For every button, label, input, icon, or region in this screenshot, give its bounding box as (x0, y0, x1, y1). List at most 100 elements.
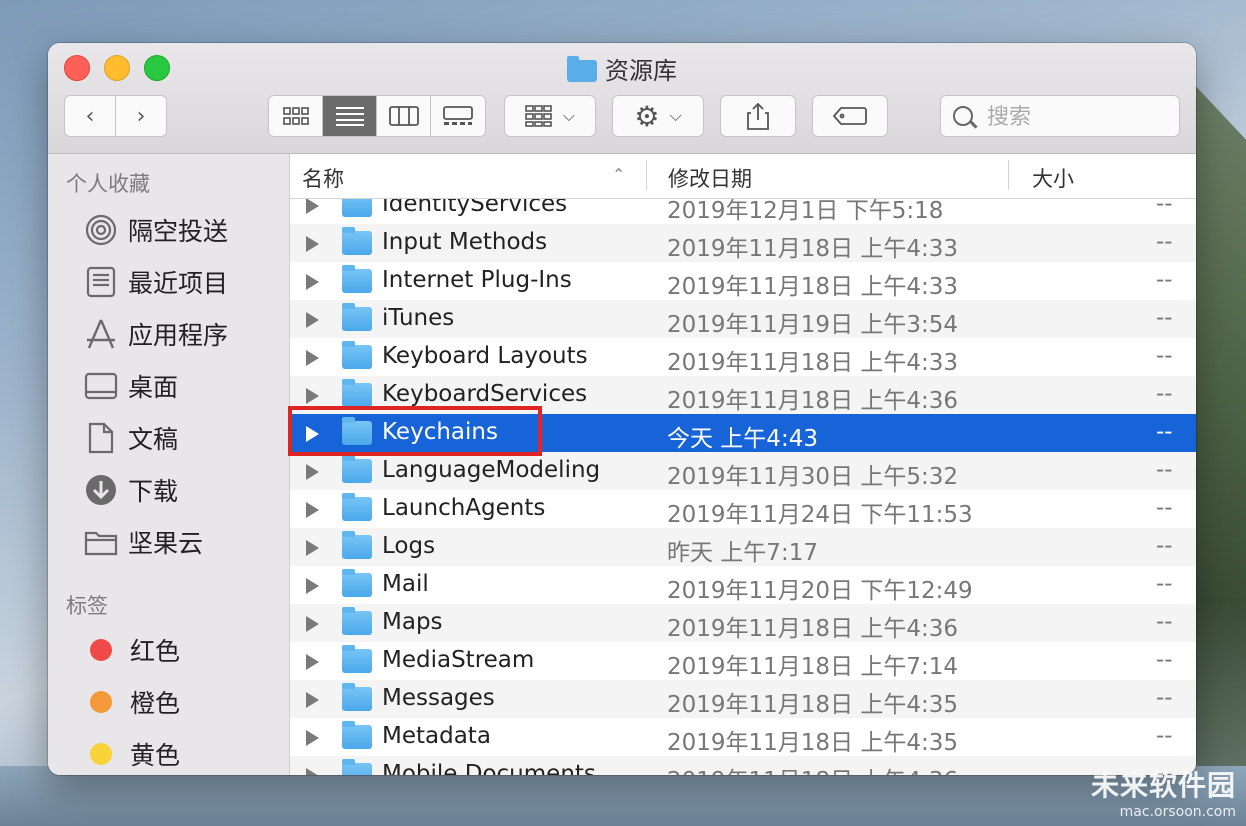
folder-icon (342, 531, 372, 559)
table-row[interactable]: LaunchAgents 2019年11月24日 下午11:53 -- (290, 490, 1196, 528)
disclosure-triangle-icon[interactable] (306, 654, 319, 670)
file-date: 2019年11月18日 上午4:36 (667, 616, 959, 642)
table-row[interactable]: Keyboard Layouts 2019年11月18日 上午4:33 -- (290, 338, 1196, 376)
table-row[interactable]: Logs 昨天 上午7:17 -- (290, 528, 1196, 566)
disclosure-triangle-icon[interactable] (306, 502, 319, 518)
file-size: -- (1156, 305, 1173, 331)
share-button[interactable] (720, 95, 796, 137)
file-size: -- (1156, 457, 1173, 483)
edit-tags-button[interactable] (812, 95, 888, 137)
file-size: -- (1156, 343, 1173, 369)
file-size: -- (1156, 609, 1173, 635)
search-input[interactable] (985, 102, 1169, 132)
sidebar-item-label: 下载 (128, 477, 179, 506)
file-date: 2019年11月24日 下午11:53 (667, 502, 973, 528)
sidebar-tag-orange[interactable]: 橙色 (84, 682, 180, 722)
table-row[interactable]: Input Methods 2019年11月18日 上午4:33 -- (290, 224, 1196, 262)
file-date: 今天 上午4:43 (667, 426, 818, 452)
sidebar-item-documents[interactable]: 文稿 (84, 418, 178, 458)
column-name-header[interactable]: 名称 (302, 163, 344, 193)
disclosure-triangle-icon[interactable] (306, 692, 319, 708)
disclosure-triangle-icon[interactable] (306, 312, 319, 328)
table-row[interactable]: LanguageModeling 2019年11月30日 上午5:32 -- (290, 452, 1196, 490)
sidebar-tag-red[interactable]: 红色 (84, 630, 180, 670)
file-date: 2019年11月19日 上午3:54 (667, 312, 959, 338)
disclosure-triangle-icon[interactable] (306, 350, 319, 366)
chevron-left-icon: ‹ (85, 103, 95, 129)
file-date: 2019年11月18日 上午4:35 (667, 692, 959, 718)
table-row[interactable]: MediaStream 2019年11月18日 上午7:14 -- (290, 642, 1196, 680)
file-name: Input Methods (382, 229, 548, 255)
back-button[interactable]: ‹ (64, 95, 116, 137)
folder-icon (342, 227, 372, 255)
columns-icon (388, 106, 419, 126)
folder-icon (342, 265, 372, 293)
sidebar-tag-yellow[interactable]: 黄色 (84, 734, 180, 774)
disclosure-triangle-icon[interactable] (306, 768, 319, 775)
file-list: 名称 ⌃ 修改日期 大小 IdentityServices 2019年12月1日 … (290, 154, 1196, 775)
file-name: Mobile Documents (382, 761, 596, 775)
file-date: 2019年11月20日 下午12:49 (667, 578, 973, 604)
column-divider[interactable] (1008, 160, 1009, 190)
finder-window: 资源库 ‹ › ⌵ ⚙ ⌵ 搜索 个人收藏 隔空投送 最近项目 应用程序 桌面 … (48, 43, 1196, 775)
disclosure-triangle-icon[interactable] (306, 578, 319, 594)
table-row[interactable]: Metadata 2019年11月18日 上午4:35 -- (290, 718, 1196, 756)
sidebar-item-recents[interactable]: 最近项目 (84, 262, 228, 302)
disclosure-triangle-icon[interactable] (306, 464, 319, 480)
table-row[interactable]: Internet Plug-Ins 2019年11月18日 上午4:33 -- (290, 262, 1196, 300)
disclosure-triangle-icon[interactable] (306, 198, 319, 214)
folder-icon (342, 493, 372, 521)
action-button[interactable]: ⚙ ⌵ (612, 95, 704, 137)
file-date: 昨天 上午7:17 (667, 540, 818, 566)
list-view-button[interactable] (323, 96, 377, 136)
search-field[interactable] (940, 95, 1180, 137)
disclosure-triangle-icon[interactable] (306, 540, 319, 556)
disclosure-triangle-icon[interactable] (306, 236, 319, 252)
file-date: 2019年11月18日 上午4:33 (667, 350, 959, 376)
table-row[interactable]: iTunes 2019年11月19日 上午3:54 -- (290, 300, 1196, 338)
file-name: Maps (382, 609, 443, 635)
sidebar-tag-label: 橙色 (130, 689, 181, 718)
table-row[interactable]: Messages 2019年11月18日 上午4:35 -- (290, 680, 1196, 718)
file-date: 2019年11月18日 上午4:36 (667, 761, 958, 775)
disclosure-triangle-icon[interactable] (306, 730, 319, 746)
tag-icon (833, 107, 867, 125)
recents-icon (84, 265, 118, 299)
column-size-header[interactable]: 大小 (1032, 163, 1074, 193)
folder-icon (342, 645, 372, 673)
sidebar-item-downloads[interactable]: 下载 (84, 470, 178, 510)
table-row[interactable]: Maps 2019年11月18日 上午4:36 -- (290, 604, 1196, 642)
group-by-button[interactable]: ⌵ (504, 95, 596, 137)
disclosure-triangle-icon[interactable] (306, 616, 319, 632)
disclosure-triangle-icon[interactable] (306, 274, 319, 290)
file-name: KeyboardServices (382, 381, 588, 407)
column-header: 名称 ⌃ 修改日期 大小 (290, 154, 1196, 199)
icon-view-button[interactable] (269, 96, 323, 136)
file-size: -- (1156, 647, 1173, 673)
sidebar-item-airdrop[interactable]: 隔空投送 (84, 210, 228, 250)
orange-tag-dot (90, 691, 112, 713)
titlebar: 资源库 ‹ › ⌵ ⚙ ⌵ (48, 43, 1196, 154)
gallery-view-button[interactable] (431, 96, 485, 136)
file-name: LanguageModeling (382, 457, 601, 483)
forward-button[interactable]: › (115, 95, 167, 137)
library-folder-icon (567, 56, 597, 82)
file-name: Mail (382, 571, 429, 597)
table-row[interactable]: Mobile Documents2019年11月18日 上午4:36-- (290, 756, 1196, 775)
table-row[interactable]: Mail 2019年11月20日 下午12:49 -- (290, 566, 1196, 604)
folder-icon (342, 759, 372, 775)
view-mode-control (268, 95, 486, 137)
column-divider[interactable] (646, 160, 647, 190)
sidebar-item-jianguoyun[interactable]: 坚果云 (84, 522, 203, 562)
disclosure-triangle-icon[interactable] (306, 388, 319, 404)
favorites-header: 个人收藏 (66, 172, 150, 196)
file-size: -- (1156, 229, 1173, 255)
column-date-header[interactable]: 修改日期 (668, 163, 752, 193)
column-view-button[interactable] (377, 96, 431, 136)
chevron-down-icon: ⌵ (669, 106, 682, 125)
desktop-icon (84, 369, 118, 403)
sidebar-tag-label: 红色 (130, 637, 181, 666)
sidebar-item-applications[interactable]: 应用程序 (84, 314, 228, 354)
sidebar-item-desktop[interactable]: 桌面 (84, 366, 178, 406)
yellow-tag-dot (90, 743, 112, 765)
